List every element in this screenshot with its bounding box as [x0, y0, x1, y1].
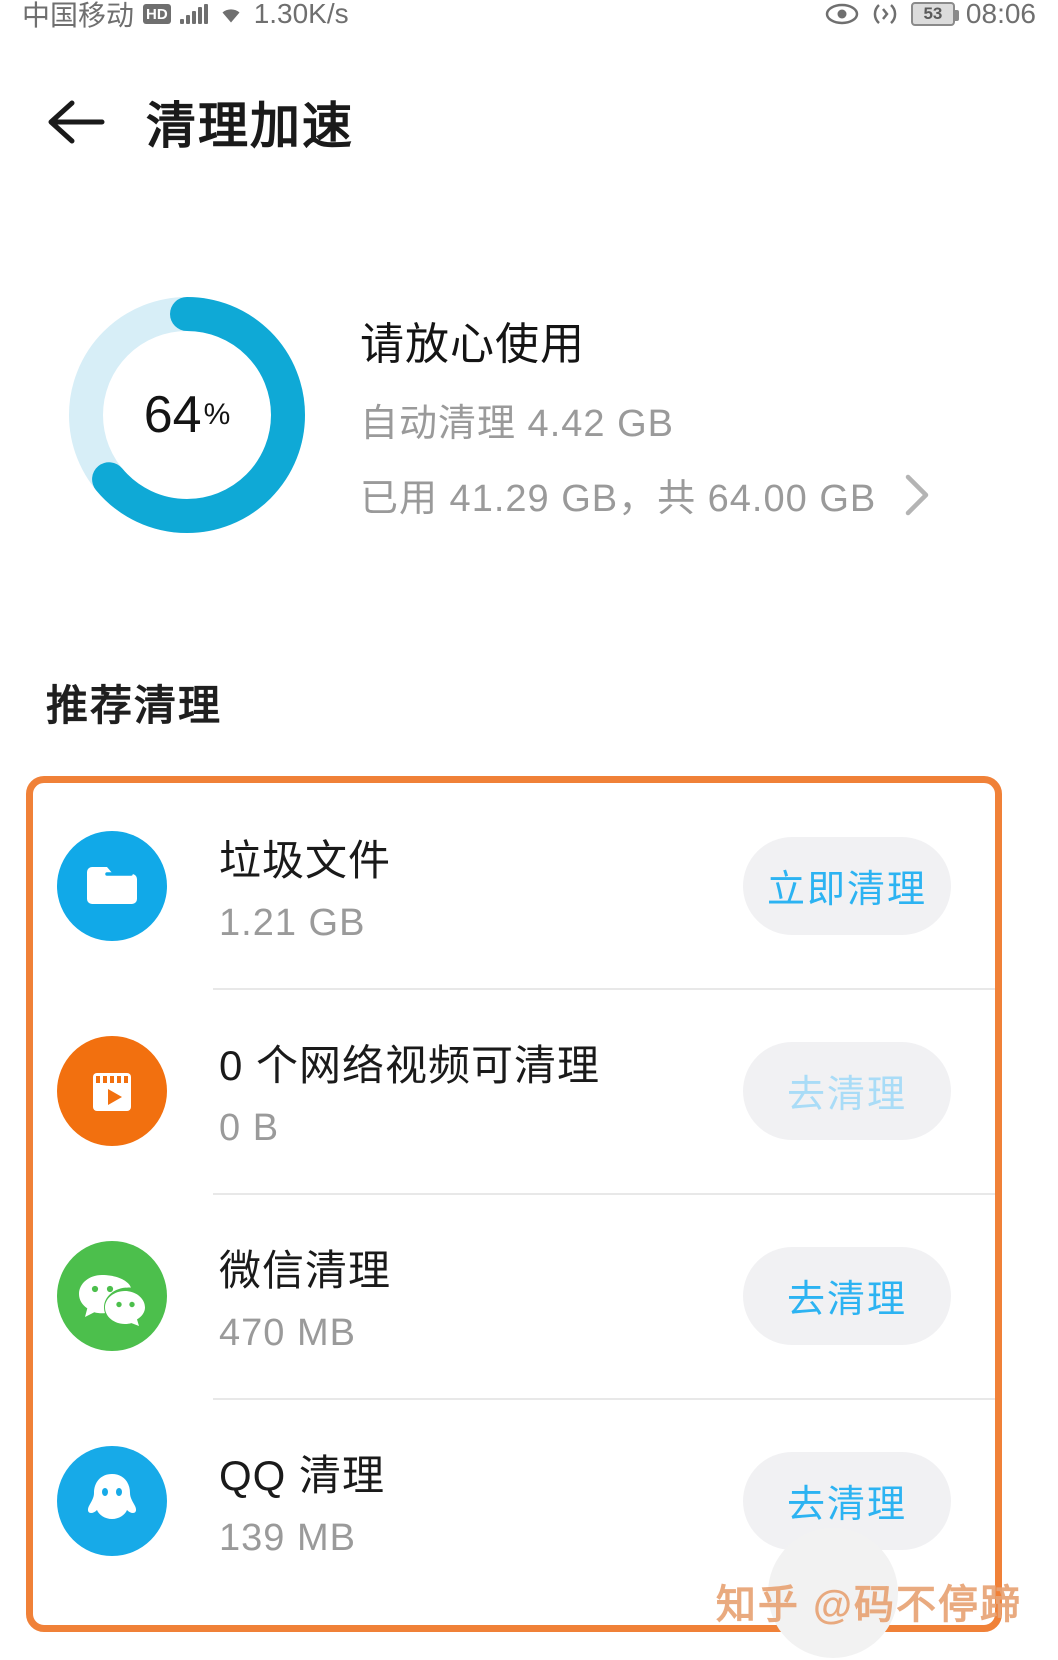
clock-label: 08:06	[966, 0, 1036, 30]
storage-percent-symbol: %	[204, 398, 231, 432]
carrier-label: 中国移动	[22, 0, 134, 34]
alarm-icon	[870, 2, 900, 26]
battery-icon: 53	[911, 2, 955, 26]
video-film-icon	[57, 1036, 167, 1146]
back-arrow-icon	[44, 95, 108, 149]
folder-icon	[57, 831, 167, 941]
status-bar: 中国移动 HD 1.30K/s	[0, 0, 1058, 34]
page-title: 清理加速	[146, 86, 354, 158]
status-bar-left: 中国移动 HD 1.30K/s	[22, 0, 349, 34]
network-speed-label: 1.30K/s	[254, 0, 349, 30]
storage-summary[interactable]: 64 % 请放心使用 自动清理 4.42 GB 已用 41.29 GB，共 64…	[0, 290, 1058, 560]
go-clean-button[interactable]: 去清理	[743, 1042, 951, 1140]
list-item-title: QQ 清理	[219, 1442, 743, 1503]
list-item-title: 垃圾文件	[219, 827, 743, 888]
chevron-right-icon[interactable]	[902, 472, 932, 518]
storage-usage-row[interactable]: 已用 41.29 GB，共 64.00 GB	[360, 467, 932, 522]
clean-now-button[interactable]: 立即清理	[743, 837, 951, 935]
list-item[interactable]: 垃圾文件 1.21 GB 立即清理	[33, 783, 995, 988]
row-divider	[213, 988, 995, 990]
recommended-clean-card: 垃圾文件 1.21 GB 立即清理	[26, 776, 1002, 1632]
list-item-size: 0 B	[219, 1107, 743, 1150]
signal-bars-icon	[180, 4, 208, 24]
watermark: 知乎 @码不停蹄	[0, 1572, 1058, 1630]
list-item-title: 微信清理	[219, 1237, 743, 1298]
storage-progress-ring: 64 %	[62, 290, 312, 540]
list-item-text: QQ 清理 139 MB	[219, 1442, 743, 1560]
list-item[interactable]: 微信清理 470 MB 去清理	[33, 1193, 995, 1398]
list-item-size: 139 MB	[219, 1517, 743, 1560]
wechat-icon	[57, 1241, 167, 1351]
go-clean-button[interactable]: 去清理	[743, 1247, 951, 1345]
list-item-size: 1.21 GB	[219, 902, 743, 945]
list-item-text: 微信清理 470 MB	[219, 1237, 743, 1355]
storage-percent-value: 64	[144, 385, 202, 445]
auto-clean-label: 自动清理 4.42 GB	[360, 392, 674, 447]
clean-item-list: 垃圾文件 1.21 GB 立即清理	[33, 783, 995, 1603]
auto-clean-line: 自动清理 4.42 GB	[360, 392, 932, 447]
row-divider	[213, 1398, 995, 1400]
hd-icon: HD	[143, 4, 171, 24]
list-item-text: 0 个网络视频可清理 0 B	[219, 1032, 743, 1150]
storage-summary-text: 请放心使用 自动清理 4.42 GB 已用 41.29 GB，共 64.00 G…	[360, 290, 932, 560]
list-item-size: 470 MB	[219, 1312, 743, 1355]
eye-icon	[825, 3, 859, 25]
app-header: 清理加速	[0, 72, 1058, 172]
phone-screen: 中国移动 HD 1.30K/s	[0, 0, 1058, 1660]
status-bar-right: 53 08:06	[825, 0, 1036, 30]
list-item-title: 0 个网络视频可清理	[219, 1032, 743, 1093]
storage-usage-label: 已用 41.29 GB，共 64.00 GB	[360, 467, 876, 522]
qq-penguin-icon	[57, 1446, 167, 1556]
storage-status-title: 请放心使用	[360, 308, 932, 372]
list-item-text: 垃圾文件 1.21 GB	[219, 827, 743, 945]
wifi-icon	[217, 3, 245, 25]
row-divider	[213, 1193, 995, 1195]
list-item[interactable]: 0 个网络视频可清理 0 B 去清理	[33, 988, 995, 1193]
section-title-recommended: 推荐清理	[46, 672, 222, 733]
storage-percent: 64 %	[62, 290, 312, 540]
back-button[interactable]	[30, 76, 122, 168]
